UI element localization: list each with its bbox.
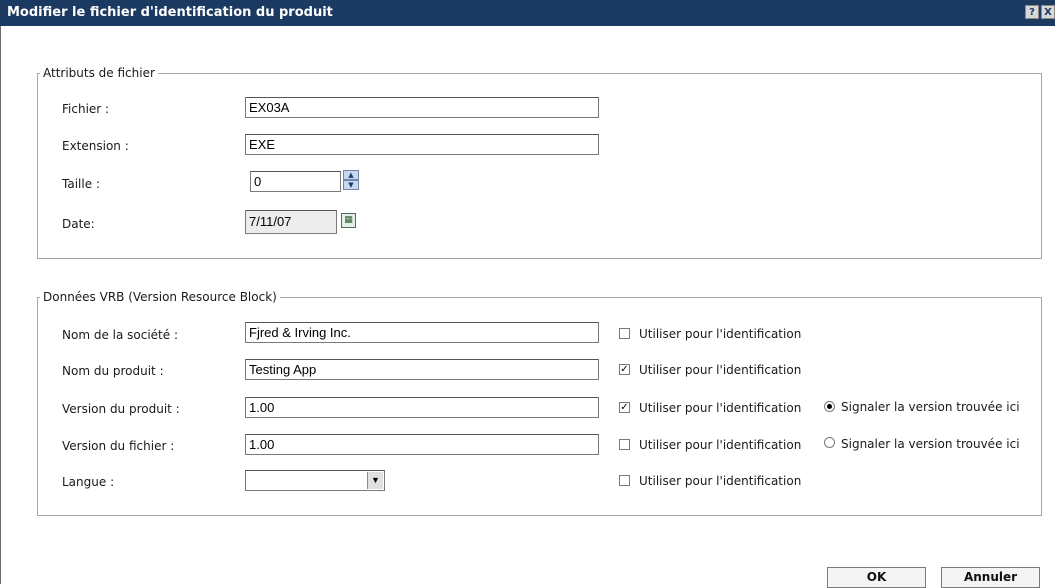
size-stepper[interactable]: ▲ ▼ xyxy=(343,170,359,191)
product-name-label: Nom du produit : xyxy=(62,364,164,378)
file-version-label: Version du fichier : xyxy=(62,439,175,453)
file-attributes-group: Attributs de fichier xyxy=(37,66,1042,259)
product-version-report-label: Signaler la version trouvée ici xyxy=(841,400,1020,414)
company-use-checkbox[interactable] xyxy=(619,328,630,339)
product-version-input[interactable]: 1.00 xyxy=(245,397,599,418)
language-label: Langue : xyxy=(62,475,115,489)
file-version-report-radio[interactable] xyxy=(824,437,835,448)
language-use-checkbox[interactable] xyxy=(619,475,630,486)
dialog-title-bar: Modifier le fichier d'identification du … xyxy=(0,0,1055,26)
file-version-report-label: Signaler la version trouvée ici xyxy=(841,437,1020,451)
spin-down-icon[interactable]: ▼ xyxy=(343,180,359,190)
product-name-use-label: Utiliser pour l'identification xyxy=(639,363,802,377)
cancel-button[interactable]: Annuler xyxy=(941,567,1040,588)
company-use-label: Utiliser pour l'identification xyxy=(639,327,802,341)
file-attributes-legend: Attributs de fichier xyxy=(43,66,155,80)
ok-button[interactable]: OK xyxy=(827,567,926,588)
extension-label: Extension : xyxy=(62,139,129,153)
spin-up-icon[interactable]: ▲ xyxy=(343,170,359,180)
product-version-use-label: Utiliser pour l'identification xyxy=(639,401,802,415)
size-label: Taille : xyxy=(62,177,100,191)
company-label: Nom de la société : xyxy=(62,328,178,342)
language-use-label: Utiliser pour l'identification xyxy=(639,474,802,488)
product-version-label: Version du produit : xyxy=(62,402,180,416)
file-version-input[interactable]: 1.00 xyxy=(245,434,599,455)
file-label: Fichier : xyxy=(62,102,110,116)
size-input[interactable]: 0 xyxy=(250,171,341,192)
vrb-legend: Données VRB (Version Resource Block) xyxy=(43,290,277,304)
product-version-use-checkbox[interactable]: ✓ xyxy=(619,402,630,413)
calendar-icon[interactable]: ▦ xyxy=(341,213,356,228)
chevron-down-icon[interactable]: ▼ xyxy=(367,472,383,489)
help-icon[interactable]: ? xyxy=(1025,5,1039,19)
dialog-title: Modifier le fichier d'identification du … xyxy=(7,5,333,20)
file-version-use-label: Utiliser pour l'identification xyxy=(639,438,802,452)
product-name-input[interactable]: Testing App xyxy=(245,359,599,380)
extension-input[interactable]: EXE xyxy=(245,134,599,155)
date-input[interactable]: 7/11/07 xyxy=(245,210,337,234)
product-name-use-checkbox[interactable]: ✓ xyxy=(619,364,630,375)
company-input[interactable]: Fjred & Irving Inc. xyxy=(245,322,599,343)
file-version-use-checkbox[interactable] xyxy=(619,439,630,450)
language-select[interactable]: ▼ xyxy=(245,470,385,491)
product-version-report-radio[interactable] xyxy=(824,401,835,412)
file-name-input[interactable]: EX03A xyxy=(245,97,599,118)
close-icon[interactable]: X xyxy=(1041,5,1055,19)
date-label: Date: xyxy=(62,217,95,231)
